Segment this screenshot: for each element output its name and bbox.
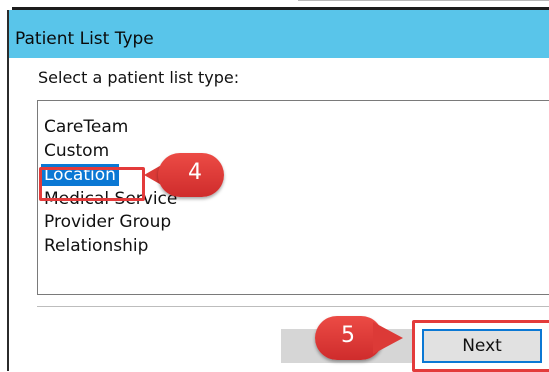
- list-type-prompt: Select a patient list type:: [38, 68, 240, 87]
- list-item-custom[interactable]: Custom: [44, 140, 109, 162]
- step-4-callout: 4: [142, 153, 226, 197]
- step-4-label: 4: [188, 160, 202, 185]
- dialog-titlebar: Patient List Type: [9, 10, 549, 58]
- list-item-provider-group[interactable]: Provider Group: [44, 211, 171, 233]
- background-window-edge: [0, 0, 549, 10]
- next-button[interactable]: Next: [422, 329, 542, 363]
- location-highlight-box: [39, 167, 145, 201]
- list-item-careteam[interactable]: CareTeam: [44, 116, 128, 138]
- dialog-separator: [37, 306, 549, 307]
- background-field-edge: [298, 0, 549, 5]
- step-5-label: 5: [341, 323, 355, 348]
- step-5-callout: 5: [315, 316, 405, 360]
- callout-pointer-icon: [373, 322, 403, 354]
- next-highlight-box: Next: [412, 320, 549, 372]
- list-item-relationship[interactable]: Relationship: [44, 235, 148, 257]
- patient-list-type-dialog: Patient List Type Select a patient list …: [7, 10, 549, 372]
- dialog-title: Patient List Type: [15, 29, 154, 49]
